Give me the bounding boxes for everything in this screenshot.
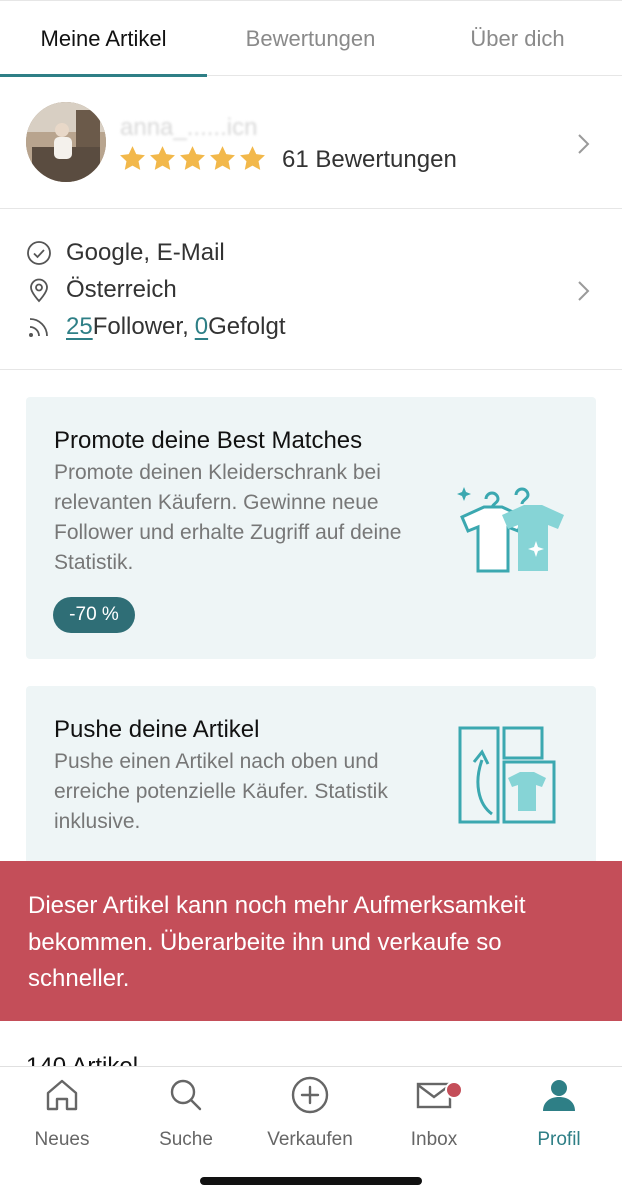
location-text: Österreich (66, 276, 177, 303)
nav-label: Neues (34, 1129, 90, 1150)
nav-inbox[interactable]: Inbox (372, 1075, 496, 1151)
nav-verkaufen[interactable]: Verkaufen (248, 1075, 372, 1151)
star-icon (150, 146, 175, 170)
profile-tabs: Meine Artikel Bewertungen Über dich (0, 0, 622, 77)
check-circle-icon (27, 241, 51, 265)
chevron-right-icon (578, 281, 590, 301)
rating-stars (118, 144, 267, 173)
verified-text: Google, E-Mail (66, 239, 225, 266)
username: anna_......icn (120, 114, 258, 141)
nav-label: Verkaufen (267, 1129, 353, 1150)
plus-circle-icon (291, 1076, 329, 1114)
tab-meine-artikel[interactable]: Meine Artikel (0, 1, 207, 77)
push-illustration (458, 726, 556, 824)
feed-icon (29, 318, 48, 337)
nav-neues[interactable]: Neues (0, 1075, 124, 1151)
unread-dot (445, 1081, 463, 1099)
reviews-count: 61 Bewertungen (282, 146, 457, 173)
home-indicator (200, 1177, 422, 1185)
push-text: Pushe einen Artikel nach oben und erreic… (54, 750, 388, 833)
location-row: Österreich (26, 276, 177, 304)
star-icon (210, 146, 235, 170)
avatar (26, 102, 106, 182)
verified-row: Google, E-Mail (26, 239, 225, 267)
profile-icon (543, 1080, 575, 1111)
star-icon (120, 146, 145, 170)
push-card[interactable]: Pushe deine Artikel Pushe einen Artikel … (26, 686, 596, 886)
home-icon (46, 1079, 78, 1111)
nav-label: Profil (537, 1129, 581, 1150)
star-icon (180, 146, 205, 170)
promote-title: Promote deine Best Matches (54, 427, 363, 454)
followers-link[interactable]: 25 (66, 313, 93, 341)
tab-ueber-dich[interactable]: Über dich (414, 1, 621, 76)
nav-suche[interactable]: Suche (124, 1075, 248, 1151)
nav-label: Suche (159, 1129, 213, 1150)
following-link[interactable]: 0 (195, 313, 208, 341)
push-title: Pushe deine Artikel (54, 716, 260, 743)
chevron-right-icon (578, 134, 590, 154)
search-icon (170, 1079, 202, 1111)
nav-label: Inbox (410, 1129, 458, 1150)
promote-card[interactable]: Promote deine Best Matches Promote deine… (26, 397, 596, 659)
toast-message[interactable]: Dieser Artikel kann noch mehr Aufmerksam… (0, 861, 622, 1021)
profile-header[interactable]: anna_......icn 61 Bewertungen (0, 76, 622, 209)
nav-profil[interactable]: Profil (497, 1075, 621, 1151)
profile-info[interactable]: Google, E-Mail Österreich 25 Follower, 0… (0, 209, 622, 370)
following-label: Gefolgt (208, 313, 286, 340)
star-icon (240, 146, 265, 170)
tab-bewertungen[interactable]: Bewertungen (207, 1, 414, 76)
location-pin-icon (30, 278, 48, 303)
followers-row: 25 Follower, 0 Gefolgt (26, 313, 286, 341)
followers-label: Follower, (92, 313, 189, 340)
discount-badge: -70 % (53, 597, 135, 633)
promote-text: Promote deinen Kleiderschrank bei releva… (54, 461, 402, 574)
clothes-hanger-illustration (457, 487, 564, 573)
